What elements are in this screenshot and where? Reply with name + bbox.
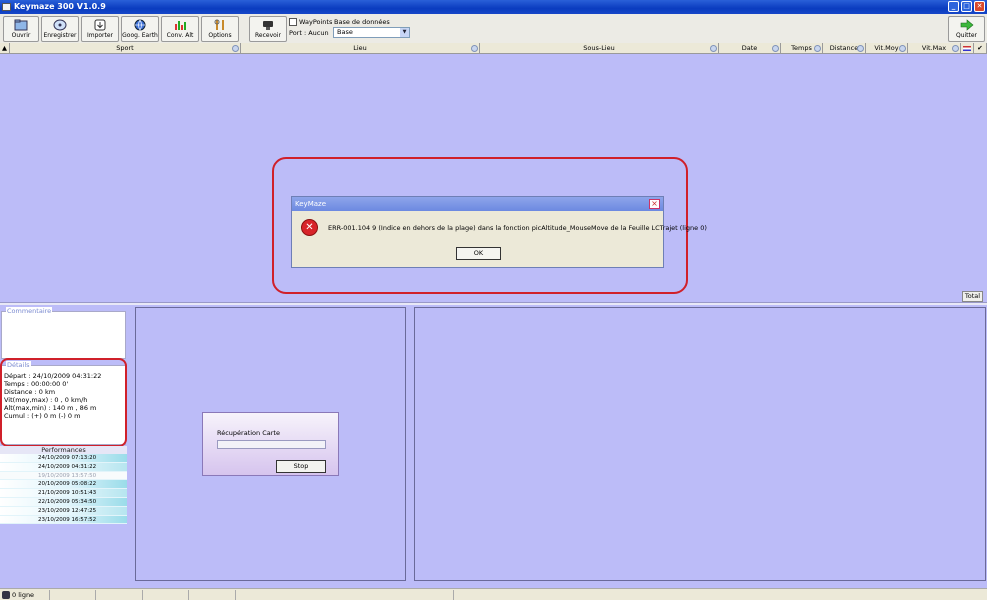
status-segment: [50, 590, 96, 600]
list-item[interactable]: 19/10/2009 13:57:50: [0, 471, 127, 481]
map-panel[interactable]: [414, 307, 986, 581]
exit-arrow-icon: [960, 19, 973, 31]
globe-icon: [134, 19, 146, 31]
enregistrer-button[interactable]: Enregistrer: [41, 16, 79, 42]
list-item[interactable]: 24/10/2009 07:13:20: [0, 454, 127, 463]
filter-icon[interactable]: [857, 45, 864, 52]
status-bar: 0 ligne: [0, 588, 987, 600]
app-icon: [2, 3, 11, 11]
altitude-chart-icon: [175, 21, 186, 30]
panel-splitter[interactable]: [0, 302, 987, 305]
error-dialog: KeyMaze × ✕ ERR-001.104 9 (Indice en deh…: [291, 196, 707, 268]
database-label: Base de données: [334, 18, 390, 26]
ouvrir-button[interactable]: Ouvrir: [3, 16, 39, 42]
title-bar: Keymaze 300 V1.0.9 _ □ ✕: [0, 0, 987, 14]
column-vit-max[interactable]: Vit.Max: [908, 43, 961, 54]
recevoir-button[interactable]: Recevoir: [249, 16, 287, 42]
status-lines: 0 ligne: [0, 590, 50, 600]
column-sous-lieu[interactable]: Sous-Lieu: [480, 43, 719, 54]
list-item[interactable]: 22/10/2009 05:34:50: [0, 497, 127, 507]
quitter-button[interactable]: Quitter: [948, 16, 985, 42]
flag-icon[interactable]: [961, 43, 974, 54]
port-label: Port : Aucun: [289, 29, 329, 37]
details-highlight: [0, 358, 127, 447]
error-message: ERR-001.104 9 (Indice en dehors de la pl…: [328, 224, 707, 232]
disk-icon: [53, 19, 67, 31]
status-icon: [2, 591, 10, 599]
list-item[interactable]: 20/10/2009 05:08:22: [0, 480, 127, 490]
chevron-down-icon[interactable]: ▼: [400, 28, 409, 37]
database-select[interactable]: Base ▼: [333, 27, 410, 38]
filter-icon[interactable]: [232, 45, 239, 52]
commentaire-box[interactable]: Commentaire: [1, 307, 126, 359]
stop-button[interactable]: Stop: [276, 460, 326, 473]
error-icon: ✕: [301, 219, 318, 236]
sort-arrow-icon[interactable]: ▲: [0, 43, 10, 54]
column-sport[interactable]: Sport: [10, 43, 241, 54]
performances-list[interactable]: 24/10/2009 07:13:20 24/10/2009 04:31:22 …: [0, 454, 127, 525]
status-segment: [189, 590, 236, 600]
progress-bar: [217, 440, 326, 449]
column-date[interactable]: Date: [719, 43, 781, 54]
status-segment: [96, 590, 143, 600]
column-distance[interactable]: Distance: [823, 43, 866, 54]
list-item[interactable]: 21/10/2009 10:51:43: [0, 489, 127, 498]
table-header: ▲ Sport Lieu Sous-Lieu Date Temps Distan…: [0, 43, 987, 54]
list-item[interactable]: 23/10/2009 16:57:52: [0, 515, 127, 525]
options-button[interactable]: Options: [201, 16, 239, 42]
column-temps[interactable]: Temps: [781, 43, 823, 54]
list-item[interactable]: 24/10/2009 04:31:22: [0, 462, 127, 472]
filter-icon[interactable]: [710, 45, 717, 52]
download-icon: [94, 19, 106, 31]
recuperation-title: Récupération Carte: [217, 429, 280, 437]
list-item[interactable]: 23/10/2009 12:47:25: [0, 506, 127, 516]
toolbar: Ouvrir Enregistrer Importer Goog. Earth …: [0, 14, 987, 43]
filter-icon[interactable]: [772, 45, 779, 52]
commentaire-label: Commentaire: [6, 307, 53, 315]
checkmark-icon[interactable]: ✔: [974, 43, 987, 54]
waypoints-checkbox-row[interactable]: WayPoints: [289, 17, 332, 27]
folder-icon: [14, 19, 28, 31]
device-icon: [263, 21, 273, 30]
filter-icon[interactable]: [952, 45, 959, 52]
close-button[interactable]: ✕: [974, 1, 985, 12]
google-earth-button[interactable]: Goog. Earth: [121, 16, 159, 42]
dialog-title: KeyMaze: [292, 197, 663, 211]
column-lieu[interactable]: Lieu: [241, 43, 480, 54]
filter-icon[interactable]: [899, 45, 906, 52]
column-vit-moy[interactable]: Vit.Moy: [866, 43, 908, 54]
filter-icon[interactable]: [814, 45, 821, 52]
window-title: Keymaze 300 V1.0.9: [14, 2, 106, 11]
importer-button[interactable]: Importer: [81, 16, 119, 42]
recuperation-carte-dialog: Récupération Carte Stop: [202, 412, 339, 476]
dialog-close-icon[interactable]: ×: [649, 199, 660, 209]
conv-alt-button[interactable]: Conv. Alt: [161, 16, 199, 42]
maximize-button[interactable]: □: [961, 1, 972, 12]
status-segment: [143, 590, 189, 600]
tools-icon: [214, 19, 224, 30]
waypoints-label: WayPoints: [299, 18, 333, 26]
filter-icon[interactable]: [471, 45, 478, 52]
ok-button[interactable]: OK: [456, 247, 501, 260]
total-button[interactable]: Total: [962, 291, 983, 302]
performances-header: Performances: [0, 446, 127, 454]
waypoints-checkbox[interactable]: [289, 18, 297, 26]
minimize-button[interactable]: _: [948, 1, 959, 12]
status-segment: [236, 590, 454, 600]
